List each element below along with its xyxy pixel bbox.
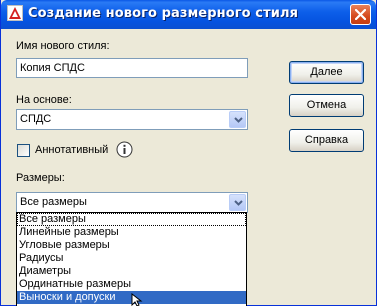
help-button[interactable]: Справка xyxy=(289,129,364,152)
dimensions-value: Все размеры xyxy=(20,196,87,208)
annotative-label: Аннотативный xyxy=(35,144,109,156)
info-icon[interactable] xyxy=(116,141,133,158)
dropdown-item-ordinate[interactable]: Ординатные размеры xyxy=(17,278,246,291)
window-title: Создание нового размерного стиля xyxy=(28,6,299,21)
dimensions-label: Размеры: xyxy=(16,172,65,184)
dialog-window: Создание нового размерного стиля Имя нов… xyxy=(0,0,377,306)
based-on-label: На основе: xyxy=(16,94,72,106)
chevron-down-icon xyxy=(234,200,243,206)
dimensions-dropdown-list: Все размеры Линейные размеры Угловые раз… xyxy=(16,212,247,306)
chevron-down-icon xyxy=(234,117,243,123)
based-on-dropdown-button[interactable] xyxy=(229,111,246,128)
close-icon xyxy=(355,9,366,20)
new-style-name-input[interactable]: Копия СПДС xyxy=(16,58,248,78)
dropdown-item-linear[interactable]: Линейные размеры xyxy=(17,226,246,239)
dropdown-item-angular[interactable]: Угловые размеры xyxy=(17,239,246,252)
mouse-cursor-icon xyxy=(131,293,143,306)
annotative-checkbox[interactable] xyxy=(17,144,30,157)
title-bar[interactable]: Создание нового размерного стиля xyxy=(1,0,376,29)
based-on-value: СПДС xyxy=(20,113,52,125)
autocad-icon xyxy=(7,5,23,21)
cancel-button[interactable]: Отмена xyxy=(289,94,364,117)
dimensions-select[interactable]: Все размеры xyxy=(16,192,248,213)
close-button[interactable] xyxy=(350,4,371,25)
based-on-select[interactable]: СПДС xyxy=(16,109,248,130)
dimensions-dropdown-button[interactable] xyxy=(229,194,246,211)
new-style-name-label: Имя нового стиля: xyxy=(16,40,110,52)
dropdown-item-all[interactable]: Все размеры xyxy=(17,213,246,226)
continue-button[interactable]: Далее xyxy=(289,61,364,84)
dropdown-item-diameter[interactable]: Диаметры xyxy=(17,265,246,278)
dropdown-item-radius[interactable]: Радиусы xyxy=(17,252,246,265)
